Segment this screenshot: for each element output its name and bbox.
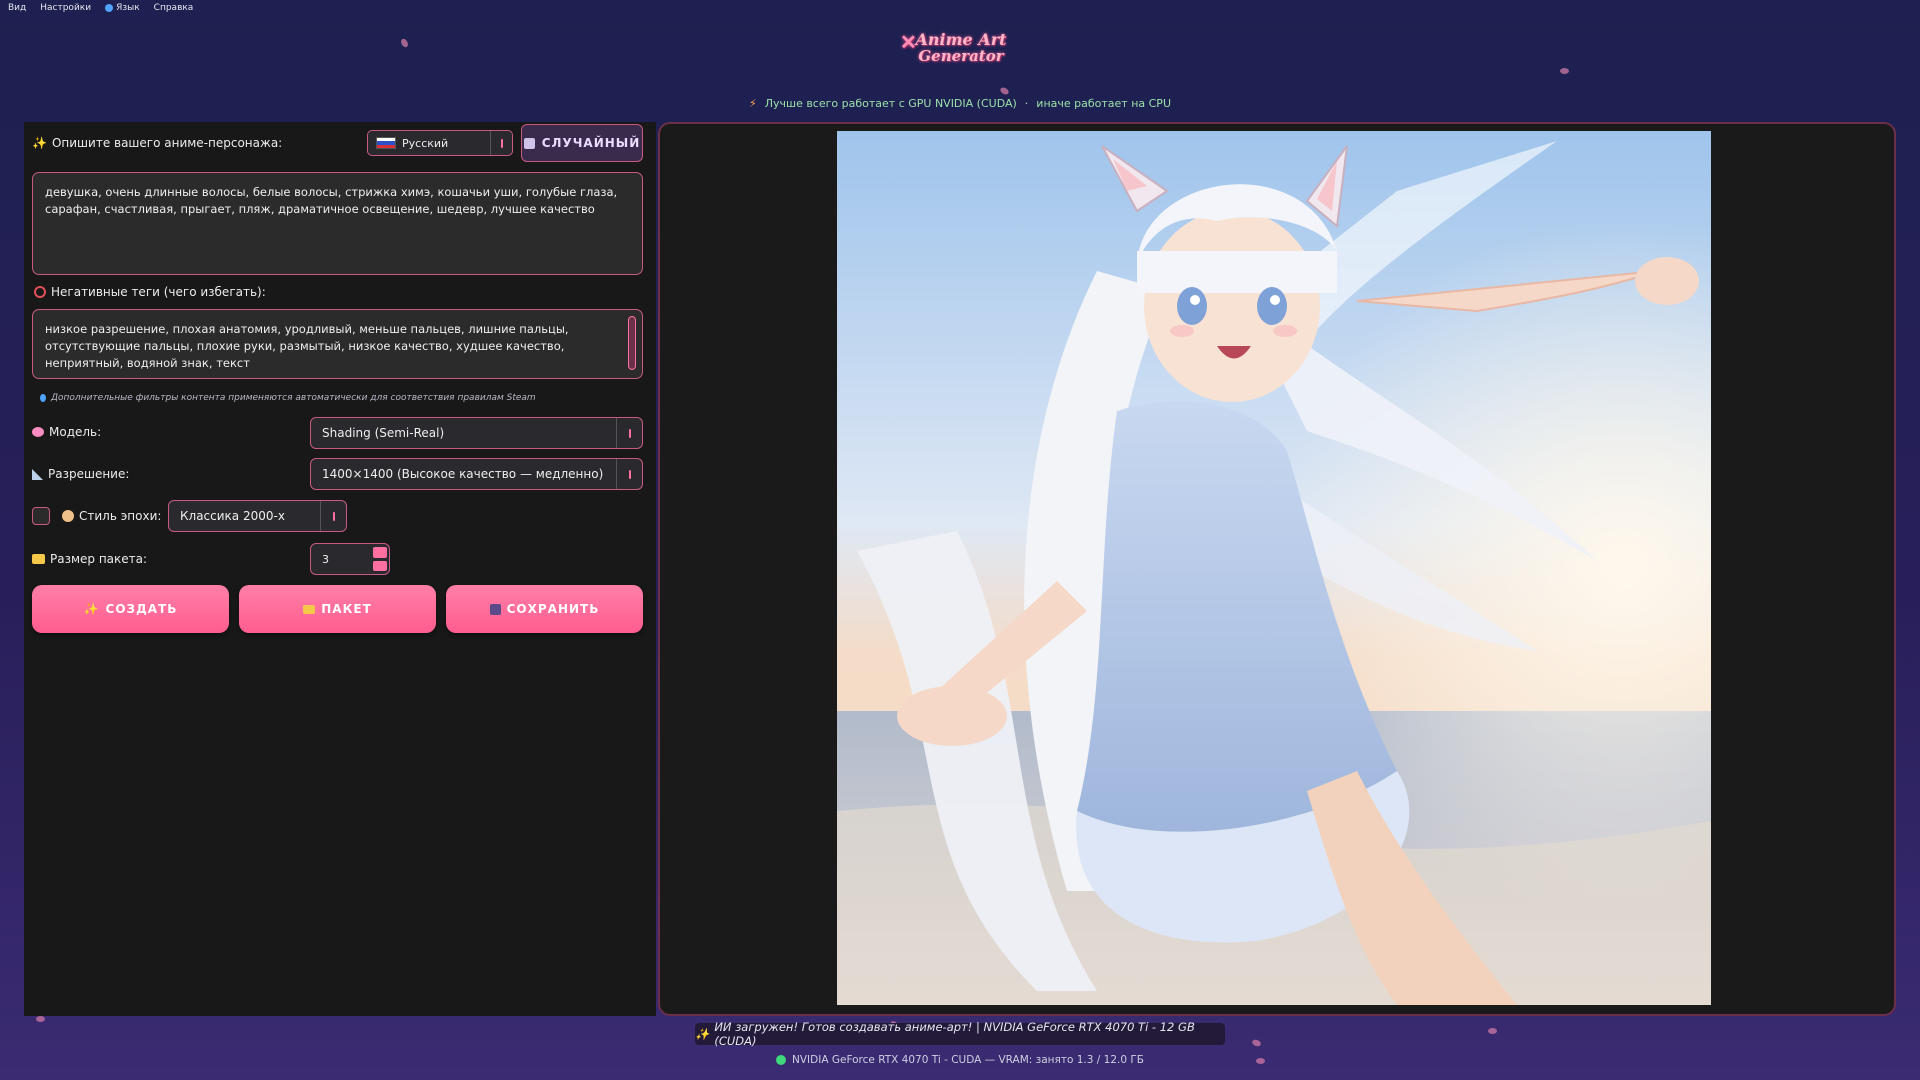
menu-bar: Вид Настройки Язык Справка [0,0,193,16]
create-button-label: СОЗДАТЬ [105,602,178,616]
spin-buttons[interactable] [373,547,387,571]
folder-icon [303,604,316,614]
gpu-note-secondary: иначе работает на CPU [1036,97,1171,110]
gpu-note: ⚡ Лучше всего работает с GPU NVIDIA (CUDA… [0,97,1920,110]
sparkle-icon: ✕ [900,30,917,54]
era-label: Стиль эпохи: [79,509,162,523]
negative-label-row: Негативные теги (чего избегать): [34,285,266,299]
generated-image[interactable] [837,131,1711,1005]
gpu-note-primary: Лучше всего работает с GPU NVIDIA (CUDA) [764,97,1017,110]
prompt-label-row: ✨ Опишите вашего аниме-персонажа: [32,136,282,150]
prompt-label: Опишите вашего аниме-персонажа: [51,136,283,150]
resolution-select-value: 1400×1400 (Высокое качество — медленно) [322,467,604,481]
menu-language-label: Язык [116,3,140,13]
language-select[interactable]: Русский [367,130,513,156]
hardware-info: NVIDIA GeForce RTX 4070 Ti - CUDA — VRAM… [0,1054,1920,1066]
dice-icon [523,137,535,149]
spin-down-button[interactable] [373,560,387,571]
model-select[interactable]: Shading (Semi-Real) [310,417,643,449]
batch-button[interactable]: ПАКЕТ [239,585,436,633]
menu-language[interactable]: Язык [105,3,140,13]
dropdown-arrow-icon [616,459,642,489]
petal-decoration [1251,1038,1262,1048]
brain-icon [32,427,44,437]
save-button-label: СОХРАНИТЬ [506,602,600,616]
random-button[interactable]: СЛУЧАЙНЫЙ [521,124,643,162]
negative-scrollbar[interactable] [628,316,636,370]
era-label-row: Стиль эпохи: [62,509,161,523]
dropdown-arrow-icon [490,131,512,155]
logo-line-1: Anime Art [915,30,1007,49]
spin-up-button[interactable] [373,547,387,558]
resolution-select[interactable]: 1400×1400 (Высокое качество — медленно) [310,458,643,490]
batch-size-spinbox[interactable]: 3 [310,543,390,575]
floppy-disk-icon [489,603,501,615]
random-button-label: СЛУЧАЙНЫЙ [541,136,641,150]
negative-input-text: низкое разрешение, плохая анатомия, урод… [45,322,569,370]
hardware-info-text: NVIDIA GeForce RTX 4070 Ti - CUDA — VRAM… [792,1054,1144,1066]
petal-decoration [1560,68,1569,74]
prohibited-icon [34,286,46,298]
triangle-ruler-icon [32,468,43,480]
info-drop-icon [40,394,46,402]
batch-size-value: 3 [322,552,329,566]
era-select-value: Классика 2000-х [180,509,285,523]
prompt-input[interactable]: девушка, очень длинные волосы, белые вол… [32,172,643,275]
language-select-value: Русский [402,136,449,150]
palette-icon [62,510,74,522]
create-button[interactable]: ✨ СОЗДАТЬ [32,585,229,633]
batch-button-label: ПАКЕТ [321,602,372,616]
folder-icon [32,554,45,564]
era-style-checkbox[interactable] [32,507,50,525]
gpu-note-separator: · [1024,97,1029,110]
status-ok-icon [776,1055,787,1065]
sparkles-icon: ✨ [695,1027,710,1041]
petal-decoration [999,86,1010,96]
negative-label: Негативные теги (чего избегать): [51,285,266,299]
petal-decoration [36,1016,45,1022]
batch-label-row: Размер пакета: [32,552,147,566]
russia-flag-icon [376,137,396,149]
sparkles-icon: ✨ [32,136,47,150]
generated-image-illustration [837,131,1711,1005]
era-select[interactable]: Классика 2000-х [168,500,347,532]
batch-label: Размер пакета: [50,552,148,566]
petal-decoration [1488,1028,1497,1034]
status-bar: ✨ ИИ загружен! Готов создавать аниме-арт… [695,1020,1225,1048]
model-label-row: Модель: [32,425,101,439]
app-logo: ✕ Anime Art Generator [900,30,1016,76]
save-button[interactable]: СОХРАНИТЬ [446,585,643,633]
status-text: ИИ загружен! Готов создавать аниме-арт! … [714,1020,1195,1048]
content-filter-hint: Дополнительные фильтры контента применяю… [40,393,536,403]
model-select-value: Shading (Semi-Real) [322,426,445,440]
dropdown-arrow-icon [320,501,346,531]
menu-settings[interactable]: Настройки [40,3,91,13]
logo-line-2: Generator [918,47,1004,65]
prompt-input-text: девушка, очень длинные волосы, белые вол… [45,185,618,216]
sparkles-icon: ✨ [83,602,100,616]
petal-decoration [399,37,410,49]
menu-view[interactable]: Вид [8,3,26,13]
resolution-label: Разрешение: [48,467,130,481]
menu-help[interactable]: Справка [154,3,194,13]
negative-input[interactable]: низкое разрешение, плохая анатомия, урод… [32,309,643,379]
globe-icon [105,4,114,12]
dropdown-arrow-icon [616,418,642,448]
content-filter-hint-text: Дополнительные фильтры контента применяю… [51,393,536,403]
model-label: Модель: [49,425,102,439]
resolution-label-row: Разрешение: [32,467,129,481]
lightning-icon: ⚡ [748,97,757,110]
